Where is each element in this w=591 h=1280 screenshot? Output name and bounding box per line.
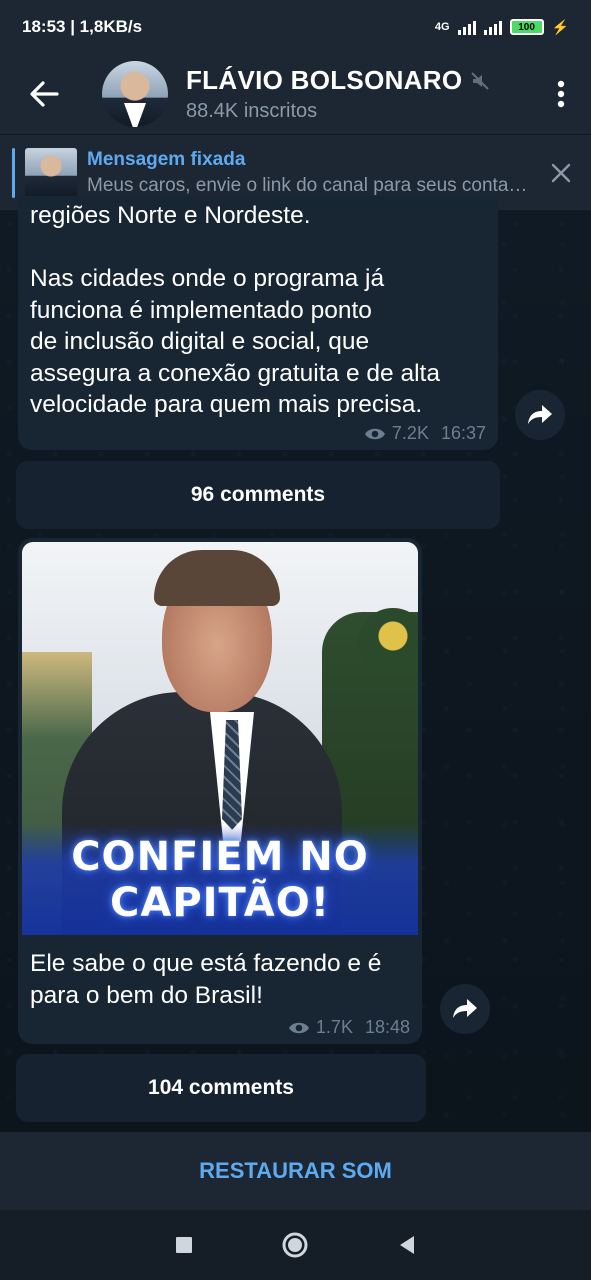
message-line: Ele sabe o que está fazendo e é bbox=[30, 950, 382, 977]
photo-caption: CONFIEM NO CAPITÃO! bbox=[22, 834, 418, 926]
charging-icon: ⚡ bbox=[551, 18, 569, 35]
home-icon[interactable] bbox=[281, 1231, 309, 1259]
battery-icon: 100 bbox=[509, 19, 544, 35]
channel-title-block[interactable]: FLÁVIO BOLSONARO 88.4K inscritos bbox=[186, 65, 531, 123]
message-bubble[interactable]: CONFIEM NO CAPITÃO! Ele sabe o que está … bbox=[18, 538, 422, 1044]
channel-name: FLÁVIO BOLSONARO bbox=[186, 65, 463, 95]
share-arrow-icon bbox=[453, 999, 477, 1018]
views-icon bbox=[364, 428, 385, 439]
message-line: para o bem do Brasil! bbox=[30, 981, 263, 1009]
message-meta: 7.2K 16:37 bbox=[364, 423, 486, 444]
pinned-thumbnail bbox=[25, 147, 77, 198]
message-line: funciona é implementado ponto bbox=[30, 296, 372, 324]
chat-header: FLÁVIO BOLSONARO 88.4K inscritos bbox=[0, 54, 591, 134]
channel-avatar[interactable] bbox=[102, 61, 168, 127]
message-text: regiões Norte e Nordeste. Nas cidades on… bbox=[30, 196, 490, 421]
share-arrow-icon bbox=[528, 405, 552, 424]
photo-caption-line: CONFIEM NO bbox=[71, 834, 369, 880]
network-label: 4G bbox=[434, 21, 450, 33]
comments-button[interactable]: 96 comments bbox=[16, 461, 500, 529]
restore-sound-button[interactable]: RESTAURAR SOM bbox=[0, 1132, 591, 1210]
message-line bbox=[30, 232, 490, 264]
close-pinned-button[interactable] bbox=[531, 135, 591, 211]
message-photo[interactable]: CONFIEM NO CAPITÃO! bbox=[22, 542, 418, 935]
recents-icon[interactable] bbox=[175, 1236, 193, 1254]
more-vert-icon bbox=[557, 80, 565, 108]
message-text: Ele sabe o que está fazendo e é para o b… bbox=[30, 948, 416, 1011]
status-time: 18:53 | 1,8KB/s bbox=[22, 17, 143, 36]
mute-icon bbox=[471, 71, 490, 90]
signal-icon bbox=[457, 19, 476, 35]
status-icons: 4G 100 ⚡ bbox=[435, 19, 569, 36]
message-time: 18:48 bbox=[364, 1017, 410, 1037]
message-time: 16:37 bbox=[440, 423, 486, 443]
view-count: 1.7K bbox=[315, 1017, 353, 1037]
close-icon bbox=[551, 163, 571, 182]
message-line: Nas cidades onde o programa já bbox=[30, 265, 385, 292]
pinned-text: Meus caros, envie o link do canal para s… bbox=[87, 174, 531, 196]
system-nav-bar bbox=[0, 1210, 591, 1280]
views-icon bbox=[288, 1022, 309, 1033]
comments-button[interactable]: 104 comments bbox=[16, 1054, 426, 1122]
status-bar: 18:53 | 1,8KB/s 4G 100 ⚡ bbox=[0, 0, 591, 54]
message-meta: 1.7K 18:48 bbox=[288, 1017, 410, 1038]
signal-2-icon bbox=[483, 19, 502, 35]
photo-caption-line: CAPITÃO! bbox=[110, 880, 330, 926]
share-button[interactable] bbox=[440, 984, 490, 1034]
message-line: assegura a conexão gratuita e de alta bbox=[30, 359, 440, 387]
photo-hair bbox=[154, 550, 280, 606]
pinned-accent-line bbox=[12, 147, 15, 198]
subscriber-count: 88.4K inscritos bbox=[186, 100, 318, 122]
share-button[interactable] bbox=[515, 390, 565, 440]
back-button[interactable] bbox=[0, 54, 88, 134]
message-bubble[interactable]: regiões Norte e Nordeste. Nas cidades on… bbox=[18, 196, 498, 450]
more-options-button[interactable] bbox=[531, 54, 591, 134]
message-line: velocidade para quem mais precisa. bbox=[30, 391, 423, 418]
view-count: 7.2K bbox=[391, 423, 429, 443]
back-nav-icon[interactable] bbox=[397, 1235, 417, 1255]
back-arrow-icon bbox=[30, 81, 59, 107]
pinned-title: Mensagem fixada bbox=[87, 148, 246, 170]
message-line: de inclusão digital e social, que bbox=[30, 328, 370, 355]
message-line: regiões Norte e Nordeste. bbox=[30, 202, 311, 229]
